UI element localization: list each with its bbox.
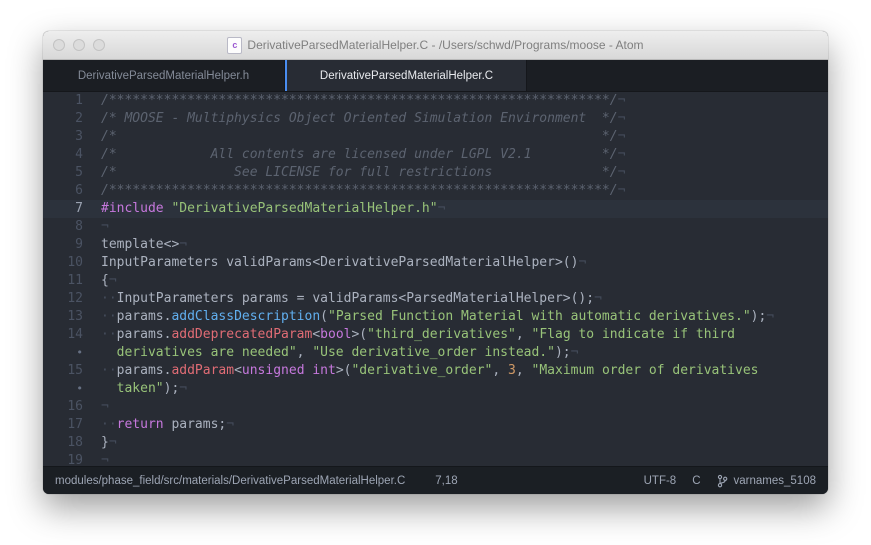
minimize-button[interactable] <box>73 39 85 51</box>
code-line[interactable]: 19¬ <box>43 452 828 466</box>
code-line[interactable]: 4/* All contents are licensed under LGPL… <box>43 146 828 164</box>
line-number[interactable]: 13 <box>43 308 91 326</box>
line-number[interactable]: 19 <box>43 452 91 466</box>
code-text: }¬ <box>91 434 117 452</box>
line-number[interactable]: 12 <box>43 290 91 308</box>
code-text: /* All contents are licensed under LGPL … <box>91 146 625 164</box>
encoding-selector[interactable]: UTF-8 <box>644 475 677 487</box>
tab-DerivativeParsedMaterialHelper.C[interactable]: DerivativeParsedMaterialHelper.C <box>285 60 527 91</box>
code-text: /* See LICENSE for full restrictions */¬ <box>91 164 625 182</box>
code-line[interactable]: 18}¬ <box>43 434 828 452</box>
line-number[interactable]: 6 <box>43 182 91 200</box>
code-line[interactable]: 6/**************************************… <box>43 182 828 200</box>
code-line[interactable]: 16¬ <box>43 398 828 416</box>
code-text: {¬ <box>91 272 117 290</box>
atom-window: c DerivativeParsedMaterialHelper.C - /Us… <box>43 31 828 494</box>
line-number[interactable]: 5 <box>43 164 91 182</box>
code-text: taken");¬ <box>91 380 187 398</box>
status-bar: modules/phase_field/src/materials/Deriva… <box>43 466 828 494</box>
code-text: ¬ <box>91 398 109 416</box>
zoom-button[interactable] <box>93 39 105 51</box>
code-text: template<>¬ <box>91 236 187 254</box>
code-line[interactable]: 7#include "DerivativeParsedMaterialHelpe… <box>43 200 828 218</box>
code-text: #include "DerivativeParsedMaterialHelper… <box>91 200 445 218</box>
window-title: DerivativeParsedMaterialHelper.C - /User… <box>247 38 643 52</box>
line-number[interactable]: 11 <box>43 272 91 290</box>
traffic-lights <box>53 31 105 59</box>
line-number[interactable]: 18 <box>43 434 91 452</box>
line-number[interactable]: 10 <box>43 254 91 272</box>
code-text: ··params.addClassDescription("Parsed Fun… <box>91 308 774 326</box>
line-number[interactable]: 8 <box>43 218 91 236</box>
grammar-selector[interactable]: C <box>692 475 700 487</box>
line-number[interactable]: 15 <box>43 362 91 380</box>
code-text: ¬ <box>91 218 109 236</box>
line-number[interactable]: 9 <box>43 236 91 254</box>
code-line-wrap[interactable]: • derivatives are needed", "Use derivati… <box>43 344 828 362</box>
code-line[interactable]: 1/**************************************… <box>43 92 828 110</box>
tab-DerivativeParsedMaterialHelper.h[interactable]: DerivativeParsedMaterialHelper.h <box>43 60 285 91</box>
title-group: c DerivativeParsedMaterialHelper.C - /Us… <box>227 37 643 54</box>
code-text: InputParameters validParams<DerivativePa… <box>91 254 586 272</box>
line-number[interactable]: 16 <box>43 398 91 416</box>
file-icon: c <box>227 37 242 54</box>
code-line[interactable]: 10InputParameters validParams<Derivative… <box>43 254 828 272</box>
cursor-position[interactable]: 7,18 <box>435 475 457 487</box>
code-line[interactable]: 17··return params;¬ <box>43 416 828 434</box>
code-text: ··params.addParam<unsigned int>("derivat… <box>91 362 759 380</box>
code-line[interactable]: 9template<>¬ <box>43 236 828 254</box>
line-number[interactable]: 17 <box>43 416 91 434</box>
code-text: /***************************************… <box>91 92 625 110</box>
git-branch-icon <box>717 474 728 488</box>
line-number[interactable]: 2 <box>43 110 91 128</box>
tab-label: DerivativeParsedMaterialHelper.h <box>78 70 249 82</box>
code-line[interactable]: 12··InputParameters params = validParams… <box>43 290 828 308</box>
code-line[interactable]: 8¬ <box>43 218 828 236</box>
wrap-bullet[interactable]: • <box>43 380 91 398</box>
git-branch-name: varnames_5108 <box>734 475 816 487</box>
code-line-wrap[interactable]: • taken");¬ <box>43 380 828 398</box>
code-text: ··return params;¬ <box>91 416 234 434</box>
editor-pane[interactable]: 1/**************************************… <box>43 92 828 466</box>
code-line[interactable]: 15··params.addParam<unsigned int>("deriv… <box>43 362 828 380</box>
line-number[interactable]: 7 <box>43 200 91 218</box>
code-line[interactable]: 11{¬ <box>43 272 828 290</box>
title-bar[interactable]: c DerivativeParsedMaterialHelper.C - /Us… <box>43 31 828 60</box>
code-line[interactable]: 13··params.addClassDescription("Parsed F… <box>43 308 828 326</box>
line-number[interactable]: 14 <box>43 326 91 344</box>
wrap-bullet[interactable]: • <box>43 344 91 362</box>
git-branch-status[interactable]: varnames_5108 <box>717 474 816 488</box>
code-text: /***************************************… <box>91 182 625 200</box>
status-file-path: modules/phase_field/src/materials/Deriva… <box>55 475 405 487</box>
close-button[interactable] <box>53 39 65 51</box>
code-line[interactable]: 5/* See LICENSE for full restrictions */… <box>43 164 828 182</box>
code-text: ¬ <box>91 452 109 466</box>
line-number[interactable]: 3 <box>43 128 91 146</box>
tab-bar: DerivativeParsedMaterialHelper.h Derivati… <box>43 60 828 92</box>
code-text: /* MOOSE - Multiphysics Object Oriented … <box>91 110 625 128</box>
code-text: derivatives are needed", "Use derivative… <box>91 344 578 362</box>
code-text: ··params.addDeprecatedParam<bool>("third… <box>91 326 735 344</box>
code-text: /* */¬ <box>91 128 625 146</box>
code-line[interactable]: 2/* MOOSE - Multiphysics Object Oriented… <box>43 110 828 128</box>
code-text: ··InputParameters params = validParams<P… <box>91 290 602 308</box>
line-number[interactable]: 1 <box>43 92 91 110</box>
code-line[interactable]: 14··params.addDeprecatedParam<bool>("thi… <box>43 326 828 344</box>
line-number[interactable]: 4 <box>43 146 91 164</box>
code-line[interactable]: 3/* */¬ <box>43 128 828 146</box>
tab-label: DerivativeParsedMaterialHelper.C <box>320 70 493 82</box>
